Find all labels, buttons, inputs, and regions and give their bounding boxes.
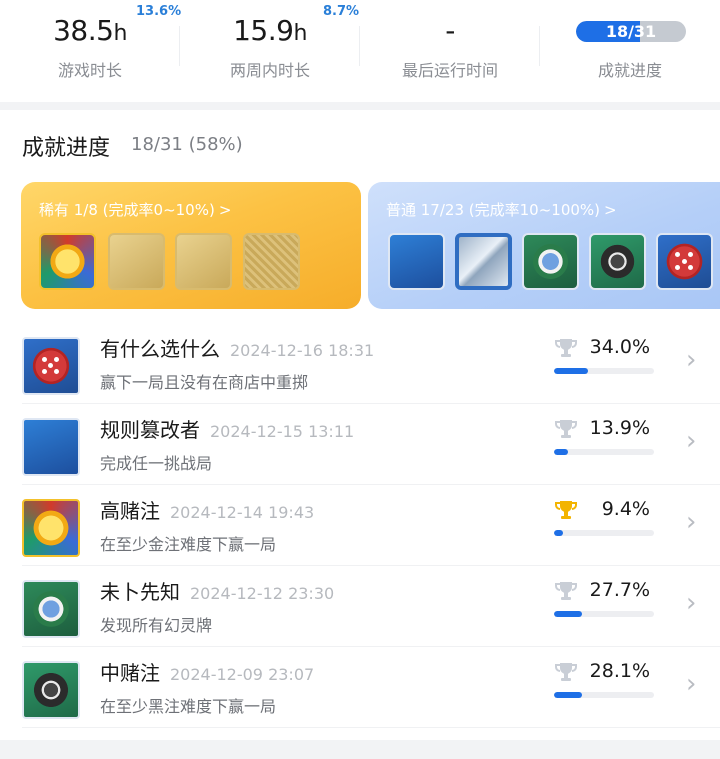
dice-pip	[54, 369, 60, 375]
trophy-icon	[555, 663, 577, 681]
achievement-rate: 9.4%	[601, 498, 650, 520]
dice-pip	[681, 258, 687, 264]
dice-pip	[41, 356, 47, 362]
tier-rare[interactable]: 稀有 1/8 (完成率0~10%) >	[21, 182, 361, 309]
divider	[22, 727, 720, 728]
dice-pip	[687, 264, 693, 270]
trophy-icon	[555, 501, 577, 519]
gold-chip-badge[interactable]	[39, 233, 96, 290]
trophy-icon	[555, 420, 577, 438]
chevron-right-icon: >	[604, 201, 617, 219]
trophy-icon	[555, 582, 577, 600]
achievement-name: 规则篡改者 2024-12-15 13:11	[100, 418, 355, 442]
achievement-name: 中赌注 2024-12-09 23:07	[100, 661, 315, 685]
section-title: 成就进度	[22, 136, 111, 161]
achievement-rate: 28.1%	[589, 660, 650, 682]
two-weeks-delta: 8.7%	[323, 4, 360, 19]
chevron-right-icon: ›	[686, 507, 697, 537]
joker-badge[interactable]	[175, 233, 232, 290]
chevron-right-icon: ›	[686, 345, 697, 375]
stat-achievement[interactable]: 18/31 成就进度	[540, 0, 720, 102]
rule-rewriter-badge[interactable]	[388, 233, 445, 290]
dice-pip	[687, 252, 693, 258]
achievement-rate-bar	[554, 611, 654, 617]
dice-pip	[54, 356, 60, 362]
achievement-date: 2024-12-16 18:31	[230, 341, 375, 360]
achievement-rate-fill	[554, 611, 582, 617]
achievement-progress-text: 18/31	[605, 22, 657, 41]
rule-icon	[22, 418, 80, 476]
achievement-progress-bar: 18/31	[576, 21, 686, 42]
black-chip-icon	[22, 661, 80, 719]
dice-badge[interactable]	[656, 233, 713, 290]
achievement-rate-fill	[554, 530, 563, 536]
achievement-rate: 27.7%	[589, 579, 650, 601]
tarot-chip-icon	[22, 580, 80, 638]
achievement-desc: 赢下一局且没有在商店中重掷	[100, 373, 309, 392]
achievement-name: 高赌注 2024-12-14 19:43	[100, 499, 315, 523]
dice-pip	[675, 252, 681, 258]
achievement-date: 2024-12-09 23:07	[170, 665, 315, 684]
achievement-row[interactable]: 高赌注 2024-12-14 19:43 在至少金注难度下赢一局 9.4% ›	[0, 485, 720, 566]
play-time-delta: 13.6%	[136, 4, 182, 19]
dice-pip	[41, 369, 47, 375]
tier-rare-header: 稀有 1/8 (完成率0~10%) >	[39, 201, 232, 219]
tier-common-header: 普通 17/23 (完成率10~100%) >	[386, 201, 617, 219]
glass-card-badge[interactable]	[455, 233, 512, 290]
achievement-date: 2024-12-12 23:30	[190, 584, 335, 603]
achievement-rate: 34.0%	[589, 336, 650, 358]
achievement-rate-bar	[554, 530, 654, 536]
achievement-date: 2024-12-14 19:43	[170, 503, 315, 522]
chevron-right-icon: >	[218, 201, 232, 219]
achievement-row[interactable]: 中赌注 2024-12-09 23:07 在至少黑注难度下赢一局 28.1% ›	[0, 647, 720, 728]
achievement-rate: 13.9%	[589, 417, 650, 439]
gold-chip-icon	[22, 499, 80, 557]
last-run-value: -	[445, 14, 455, 47]
chevron-right-icon: ›	[686, 426, 697, 456]
last-run-label: 最后运行时间	[401, 61, 498, 80]
stat-two-weeks: 15.9h 8.7% 两周内时长	[180, 0, 360, 102]
card-back-badge[interactable]	[243, 233, 300, 290]
achievement-desc: 在至少金注难度下赢一局	[100, 535, 277, 554]
achievement-desc: 在至少黑注难度下赢一局	[100, 697, 277, 716]
achievement-label: 成就进度	[597, 61, 662, 80]
trophy-icon	[555, 339, 577, 357]
tier-common[interactable]: 普通 17/23 (完成率10~100%) >	[368, 182, 720, 309]
dice-icon	[22, 337, 80, 395]
achievement-rate-bar	[554, 692, 654, 698]
achievement-desc: 完成任一挑战局	[100, 454, 213, 473]
section-summary: 18/31 (58%)	[131, 134, 243, 155]
achievements-card: 成就进度 18/31 (58%) 稀有 1/8 (完成率0~10%) > 普通 1…	[0, 110, 720, 740]
achievement-rate-fill	[554, 449, 568, 455]
stat-last-run: - 最后运行时间	[360, 0, 540, 102]
two-weeks-label: 两周内时长	[229, 61, 310, 80]
achievement-rate-fill	[554, 368, 588, 374]
achievement-desc: 发现所有幻灵牌	[100, 616, 213, 635]
achievement-name: 未卜先知 2024-12-12 23:30	[100, 580, 335, 604]
stat-play-time: 38.5h 13.6% 游戏时长	[0, 0, 182, 102]
achievement-row[interactable]: 未卜先知 2024-12-12 23:30 发现所有幻灵牌 27.7% ›	[0, 566, 720, 647]
tarot-chip-badge[interactable]	[522, 233, 579, 290]
jester-badge[interactable]	[108, 233, 165, 290]
achievement-rate-fill	[554, 692, 582, 698]
dice-pip	[675, 264, 681, 270]
play-time-label: 游戏时长	[57, 61, 122, 80]
chevron-right-icon: ›	[686, 669, 697, 699]
achievement-date: 2024-12-15 13:11	[210, 422, 355, 441]
achievement-row[interactable]: 规则篡改者 2024-12-15 13:11 完成任一挑战局 13.9% ›	[0, 404, 720, 485]
achievement-rate-bar	[554, 368, 654, 374]
stats-strip: 38.5h 13.6% 游戏时长 15.9h 8.7% 两周内时长 - 最后运行…	[0, 0, 720, 102]
black-chip-badge[interactable]	[589, 233, 646, 290]
chevron-right-icon: ›	[686, 588, 697, 618]
achievement-name: 有什么选什么 2024-12-16 18:31	[100, 337, 375, 361]
achievement-row[interactable]: 有什么选什么 2024-12-16 18:31 赢下一局且没有在商店中重掷 34.0%…	[0, 323, 720, 404]
dice-pip	[48, 363, 53, 368]
achievement-rate-bar	[554, 449, 654, 455]
